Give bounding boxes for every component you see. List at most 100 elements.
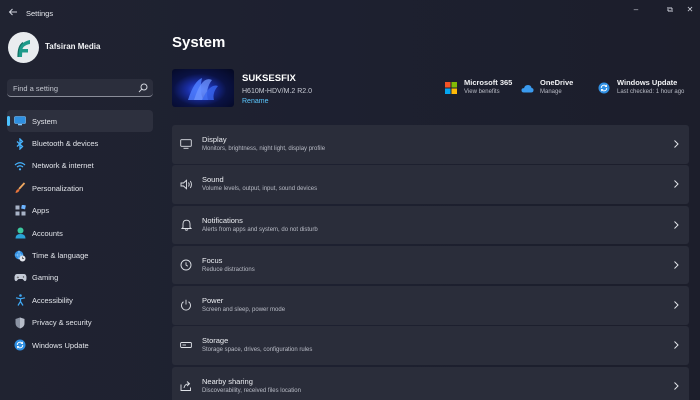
quick-link-subtitle: Manage [540, 89, 562, 95]
settings-row-storage[interactable]: Storage Storage space, drives, configura… [172, 326, 689, 365]
quick-link-microsoft-365[interactable]: Microsoft 365 View benefits [444, 78, 512, 95]
sidebar-item-label: Personalization [32, 183, 84, 193]
settings-list: Display Monitors, brightness, night ligh… [172, 125, 689, 400]
device-name: SUKSESFIX [242, 73, 296, 84]
device-model: H610M-HDV/M.2 R2.0 [242, 88, 313, 95]
quick-link-title: Microsoft 365 [464, 78, 513, 87]
sidebar-item-accounts[interactable]: Accounts [7, 222, 153, 244]
title-bar: Settings – ⧉ ✕ [0, 0, 700, 28]
person-icon [13, 226, 27, 240]
settings-row-sound[interactable]: Sound Volume levels, output, input, soun… [172, 165, 689, 204]
close-button[interactable]: ✕ [682, 4, 698, 16]
avatar[interactable] [8, 32, 39, 63]
settings-row-power[interactable]: Power Screen and sleep, power mode [172, 286, 689, 325]
search-input[interactable] [13, 82, 133, 94]
row-title: Display [202, 135, 227, 144]
focus-icon [179, 258, 193, 272]
row-description: Storage space, drives, configuration rul… [202, 347, 313, 354]
row-description: Discoverability, received files location [202, 387, 301, 394]
row-description: Volume levels, output, input, sound devi… [202, 186, 318, 193]
profile-logo-icon [16, 39, 30, 57]
sidebar-item-personalization[interactable]: Personalization [7, 177, 153, 199]
chevron-right-icon [674, 341, 679, 350]
device-wallpaper-thumbnail [172, 69, 234, 107]
globe-clock-icon [13, 249, 27, 263]
sidebar-item-time-language[interactable]: Time & language [7, 244, 153, 266]
row-description: Monitors, brightness, night light, displ… [202, 146, 326, 152]
quick-link-title: OneDrive [540, 78, 574, 87]
window-title: Settings [26, 9, 54, 18]
sidebar-item-label: Accessibility [32, 295, 73, 305]
sidebar-item-bluetooth[interactable]: Bluetooth & devices [7, 132, 153, 154]
row-description: Screen and sleep, power mode [202, 307, 286, 314]
chevron-right-icon [674, 301, 679, 310]
sidebar-item-label: Windows Update [32, 340, 89, 350]
settings-window: Settings – ⧉ ✕ Tafsiran Media System [0, 0, 700, 400]
row-title: Nearby sharing [202, 376, 253, 386]
apps-icon [13, 204, 27, 218]
maximize-button[interactable]: ⧉ [662, 4, 678, 16]
sidebar-item-privacy-security[interactable]: Privacy & security [7, 312, 153, 334]
row-title: Storage [202, 336, 229, 346]
row-title: Sound [202, 175, 224, 185]
search-icon[interactable] [138, 83, 148, 93]
accessibility-icon [13, 293, 27, 307]
sidebar-item-system[interactable]: System [7, 110, 153, 133]
gamepad-icon [13, 271, 27, 285]
back-icon[interactable] [6, 7, 20, 21]
settings-row-focus[interactable]: Focus Reduce distractions [172, 245, 689, 285]
settings-row-display[interactable]: Display Monitors, brightness, night ligh… [172, 125, 689, 164]
shield-icon [13, 316, 27, 330]
page-title: System [172, 34, 226, 51]
share-icon [179, 379, 193, 393]
chevron-right-icon [674, 180, 679, 189]
sidebar-nav: System Bluetooth & devices Network & int… [7, 110, 153, 356]
chevron-right-icon [674, 220, 679, 229]
quick-link-onedrive[interactable]: OneDrive Manage [520, 78, 573, 95]
chevron-right-icon [674, 261, 679, 269]
minimize-button[interactable]: – [628, 4, 644, 16]
cloud-icon [520, 81, 534, 95]
quick-link-windows-update[interactable]: Windows Update Last checked: 1 hour ago [597, 78, 684, 95]
sidebar-item-apps[interactable]: Apps [7, 200, 153, 222]
update-icon [597, 81, 611, 95]
settings-row-notifications[interactable]: Notifications Alerts from apps and syste… [172, 205, 689, 245]
sidebar-item-label: Time & language [32, 251, 89, 261]
quick-link-title: Windows Update [617, 78, 678, 87]
row-title: Notifications [202, 215, 243, 225]
chevron-right-icon [674, 381, 679, 390]
bluetooth-icon [13, 137, 27, 151]
chevron-right-icon [674, 140, 679, 148]
row-title: Power [202, 296, 224, 306]
microsoft-logo-icon [444, 81, 458, 95]
quick-link-subtitle: View benefits [464, 89, 500, 95]
sidebar-item-windows-update[interactable]: Windows Update [7, 334, 153, 356]
power-icon [179, 298, 193, 312]
sidebar-item-label: Gaming [32, 273, 59, 283]
sidebar-item-label: Apps [32, 206, 50, 216]
sidebar-item-label: System [32, 116, 58, 126]
quick-link-subtitle: Last checked: 1 hour ago [617, 89, 685, 95]
brush-icon [13, 181, 27, 195]
search-box[interactable] [7, 79, 153, 97]
sidebar-item-label: Accounts [32, 228, 63, 238]
user-name: Tafsiran Media [45, 42, 101, 51]
sidebar-item-accessibility[interactable]: Accessibility [7, 289, 153, 311]
speaker-icon [179, 177, 193, 191]
sidebar-item-network[interactable]: Network & internet [7, 155, 153, 177]
sidebar-item-gaming[interactable]: Gaming [7, 267, 153, 289]
row-title: Focus [202, 255, 223, 265]
sidebar-item-label: Privacy & security [32, 318, 92, 328]
row-description: Alerts from apps and system, do not dist… [202, 226, 318, 233]
wifi-icon [13, 159, 27, 173]
sidebar-item-label: Bluetooth & devices [32, 139, 99, 149]
storage-icon [179, 338, 193, 352]
sidebar-item-label: Network & internet [32, 161, 94, 171]
rename-link[interactable]: Rename [242, 98, 268, 105]
update-icon [13, 338, 27, 352]
bell-icon [179, 218, 193, 232]
row-description: Reduce distractions [202, 266, 255, 273]
monitor-icon [13, 114, 27, 128]
settings-row-nearby-sharing[interactable]: Nearby sharing Discoverability, received… [172, 366, 689, 400]
display-icon [179, 137, 193, 151]
